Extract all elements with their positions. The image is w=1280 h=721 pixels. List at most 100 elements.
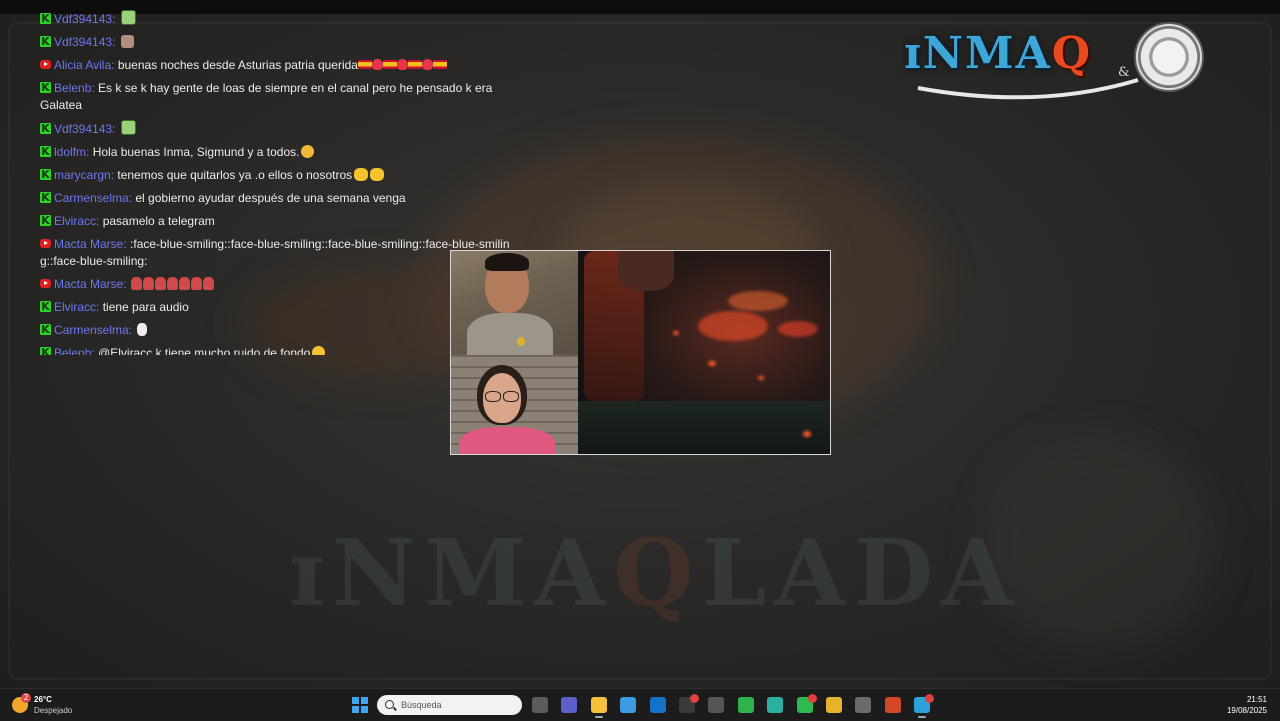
- kick-icon: [40, 321, 51, 338]
- chat-message: Elviracc: tiene para audio: [40, 298, 510, 316]
- chat-username[interactable]: Belenb: [54, 346, 91, 355]
- chat-message: Alicia Avila: buenas noches desde Asturi…: [40, 57, 510, 74]
- kick-icon: [40, 189, 51, 206]
- dancer-icon: [191, 277, 203, 290]
- task-view-icon[interactable]: [532, 697, 548, 713]
- chat-username[interactable]: Elviracc: [54, 300, 96, 314]
- kick-icon: [40, 10, 51, 27]
- chat-separator: :: [96, 214, 103, 228]
- weather-widget[interactable]: 2 26°C Despejado: [12, 692, 132, 718]
- heart-icon: [396, 59, 408, 70]
- chat-separator: :: [112, 12, 119, 26]
- chat-text: el gobierno ayudar después de una semana…: [135, 191, 406, 205]
- weather-temperature: 26°C: [34, 695, 52, 704]
- edge-icon[interactable]: [767, 697, 784, 713]
- windows-start-icon[interactable]: [352, 697, 368, 713]
- notification-badge: [807, 694, 817, 703]
- wildfire-footage: [578, 251, 830, 454]
- search-icon: [385, 700, 394, 709]
- kick-icon: [40, 120, 51, 137]
- dancer-icon: [131, 277, 143, 290]
- kick-icon: [40, 344, 51, 355]
- chat-username[interactable]: Carmenselma: [54, 191, 129, 205]
- dancer-icon: [167, 277, 179, 290]
- teams-icon[interactable]: [561, 697, 578, 713]
- chat-username[interactable]: Macta Marse: [54, 277, 123, 291]
- chat-text: pasamelo a telegram: [102, 214, 215, 228]
- whatsapp-icon[interactable]: [796, 694, 817, 713]
- chat-username[interactable]: Alicia Avila: [54, 58, 111, 72]
- chat-message: Belenb: @Elviracc k tiene mucho ruido de…: [40, 344, 510, 355]
- youtube-icon: [40, 60, 51, 69]
- chat-username[interactable]: Vdf394143: [54, 12, 112, 26]
- kick-icon: [40, 212, 51, 229]
- hand-emote-icon: [137, 323, 148, 336]
- chat-username[interactable]: Elviracc: [54, 214, 96, 228]
- chat-username[interactable]: Carmenselma: [54, 323, 129, 337]
- search-placeholder: Búsqueda: [401, 700, 442, 710]
- chat-message: Carmenselma:: [40, 321, 510, 339]
- notification-badge: [690, 694, 699, 703]
- kick-icon: [40, 166, 51, 183]
- video-embed[interactable]: [450, 250, 831, 455]
- outlook-icon[interactable]: [649, 697, 666, 713]
- heart-icon: [421, 59, 433, 70]
- powerpoint-icon[interactable]: [884, 697, 901, 713]
- youtube-icon: [40, 279, 51, 288]
- chat-separator: :: [96, 300, 103, 314]
- chat-message: marycargn: tenemos que quitarlos ya .o e…: [40, 166, 510, 184]
- chat-separator: :: [111, 58, 118, 72]
- dancer-icon: [155, 277, 167, 290]
- clock-date: 19/08/2025: [1226, 706, 1267, 715]
- file-explorer-icon[interactable]: [590, 697, 607, 718]
- chat-text: @Elviracc k tiene mucho ruido de fondo: [98, 346, 311, 355]
- chat-username[interactable]: Vdf394143: [54, 35, 112, 49]
- system-clock[interactable]: 21:51 19/08/2025: [1227, 694, 1267, 716]
- chat-text: Es k se k hay gente de loas de siempre e…: [40, 81, 493, 112]
- emblem-seal-icon: [1134, 22, 1204, 92]
- weather-badge: 2: [21, 693, 31, 703]
- app-badge-icon[interactable]: [679, 694, 699, 713]
- taskbar-search-box[interactable]: Búsqueda: [377, 695, 522, 715]
- spain-flag-icon: [432, 60, 447, 69]
- chrome-icon[interactable]: [826, 697, 842, 713]
- spain-flag-icon: [407, 60, 422, 69]
- chat-message: Carmenselma: el gobierno ayudar después …: [40, 189, 510, 207]
- chat-message: Vdf394143:: [40, 33, 510, 51]
- chat-message: Belenb: Es k se k hay gente de loas de s…: [40, 79, 510, 114]
- green-emote-icon: [120, 10, 136, 25]
- chat-separator: :: [112, 122, 119, 136]
- windows-taskbar: 2 26°C Despejado Búsqueda 21:51 19/08/20…: [0, 688, 1280, 721]
- camtasia-icon[interactable]: [737, 697, 754, 713]
- cube-app-icon[interactable]: [708, 697, 725, 713]
- chat-username[interactable]: Macta Marse: [54, 237, 123, 251]
- kick-icon: [40, 143, 51, 160]
- webcam-man: [451, 251, 578, 363]
- kick-icon: [40, 33, 51, 50]
- clock-time: 21:51: [1246, 695, 1267, 704]
- chat-username[interactable]: marycargn: [54, 168, 111, 182]
- store-icon[interactable]: [620, 697, 637, 713]
- chat-username[interactable]: Vdf394143: [54, 122, 112, 136]
- chat-message: ldolfm: Hola buenas Inma, Sigmund y a to…: [40, 143, 510, 161]
- chat-separator: :: [112, 35, 119, 49]
- chat-text: tenemos que quitarlos ya .o ellos o noso…: [117, 168, 353, 182]
- dancer-icon: [143, 277, 155, 290]
- logo-text: ɪNMAQ: [904, 28, 1093, 79]
- telegram-icon[interactable]: [914, 694, 935, 718]
- chat-text: Hola buenas Inma, Sigmund y a todos.: [92, 145, 300, 159]
- chat-message: Macta Marse:: [40, 276, 510, 293]
- crying-face-icon: [312, 346, 326, 355]
- chat-text: tiene para audio: [102, 300, 189, 314]
- chat-text: buenas noches desde Asturias patria quer…: [117, 58, 358, 72]
- flexed-arm-icon: [370, 168, 385, 181]
- cat-emote-icon: [301, 145, 315, 158]
- chat-username[interactable]: Belenb: [54, 81, 91, 95]
- flexed-arm-icon: [354, 168, 369, 181]
- shield-app-icon[interactable]: [855, 697, 872, 713]
- chat-username[interactable]: ldolfm: [54, 145, 86, 159]
- green-emote-icon: [120, 120, 136, 135]
- chat-separator: :: [128, 323, 136, 337]
- inmaq-logo: ɪNMAQ &: [898, 10, 1208, 100]
- chat-message: Vdf394143:: [40, 10, 510, 28]
